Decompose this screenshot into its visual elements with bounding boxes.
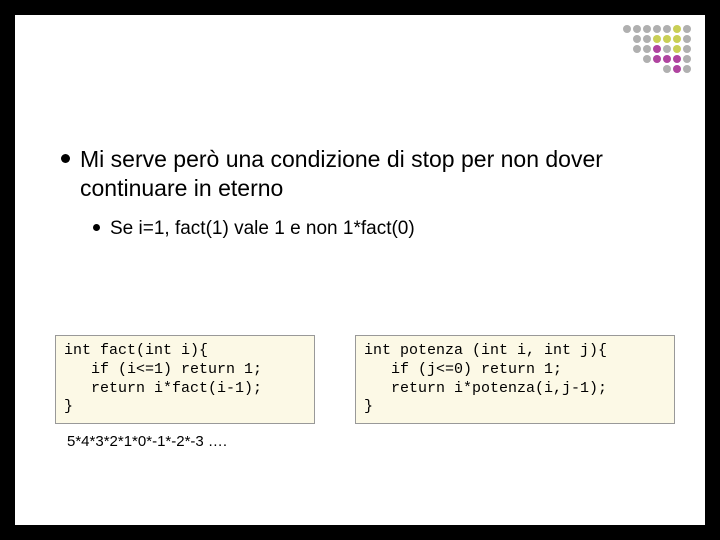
dot-icon [683,25,691,33]
dot-icon [673,55,681,63]
dot-icon [663,65,671,73]
dot-row [623,25,691,33]
dot-icon [653,35,661,43]
dot-icon [633,25,641,33]
dot-icon [673,65,681,73]
dot-icon [623,25,631,33]
dot-icon [673,45,681,53]
dot-icon [643,55,651,63]
dot-icon [663,25,671,33]
bullet-icon [93,224,100,231]
footnote-text: 5*4*3*2*1*0*-1*-2*-3 …. [67,433,227,450]
dot-row [623,55,691,63]
code-block-fact: int fact(int i){ if (i<=1) return 1; ret… [55,335,315,424]
dot-icon [663,55,671,63]
dot-icon [653,25,661,33]
dot-icon [683,55,691,63]
bullet-icon [61,154,70,163]
slide: Mi serve però una condizione di stop per… [15,15,705,525]
dot-icon [663,45,671,53]
dot-icon [683,35,691,43]
dot-icon [673,25,681,33]
dot-icon [653,45,661,53]
dot-icon [683,45,691,53]
corner-dots [623,25,691,73]
dot-icon [683,65,691,73]
bullet-main: Mi serve però una condizione di stop per… [61,145,665,203]
dot-icon [633,35,641,43]
dot-row [623,45,691,53]
dot-icon [663,35,671,43]
dot-row [623,65,691,73]
dot-row [623,35,691,43]
content-area: Mi serve però una condizione di stop per… [61,145,665,254]
dot-icon [673,35,681,43]
bullet-main-text: Mi serve però una condizione di stop per… [80,145,665,203]
dot-icon [643,45,651,53]
bullet-sub: Se i=1, fact(1) vale 1 e non 1*fact(0) [93,217,665,241]
dot-icon [653,55,661,63]
bullet-sub-text: Se i=1, fact(1) vale 1 e non 1*fact(0) [110,217,415,241]
dot-icon [643,35,651,43]
code-block-potenza: int potenza (int i, int j){ if (j<=0) re… [355,335,675,424]
dot-icon [633,45,641,53]
dot-icon [643,25,651,33]
